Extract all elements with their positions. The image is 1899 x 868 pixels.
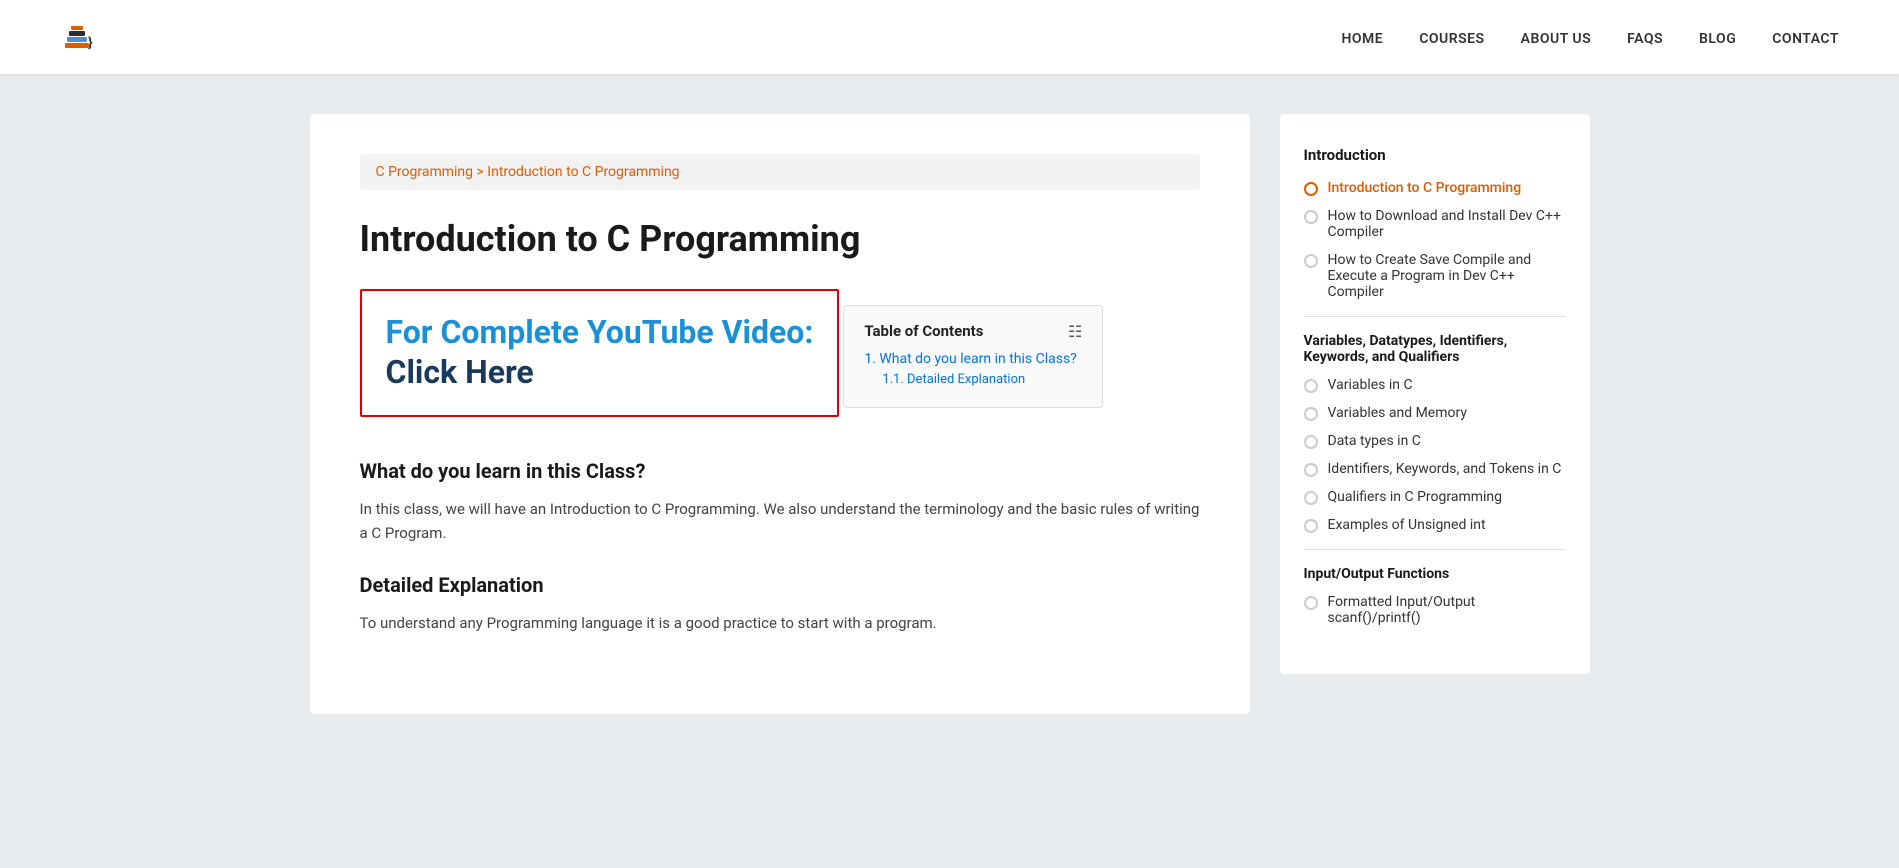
sidebar-intro-list: Introduction to C Programming How to Dow… (1304, 180, 1566, 300)
page-wrapper: C Programming > Introduction to C Progra… (280, 114, 1620, 714)
sidebar-radio-var-3 (1304, 435, 1318, 449)
logo-icon: } (60, 17, 100, 57)
sidebar-item-create-save[interactable]: How to Create Save Compile and Execute a… (1304, 252, 1566, 300)
section1-body: In this class, we will have an Introduct… (360, 497, 1200, 545)
toc-link-1[interactable]: 1. What do you learn in this Class? (864, 351, 1076, 367)
sidebar-item-data-types[interactable]: Data types in C (1304, 433, 1566, 449)
section2-body: To understand any Programming language i… (360, 611, 1200, 635)
main-content: C Programming > Introduction to C Progra… (310, 114, 1250, 714)
nav-item-faqs[interactable]: FAQS (1627, 28, 1663, 47)
nav-item-aboutus[interactable]: ABOUT US (1521, 28, 1592, 47)
sidebar-intro-title: Introduction (1304, 146, 1566, 164)
sidebar-item-download-install[interactable]: How to Download and Install Dev C++ Comp… (1304, 208, 1566, 240)
toc-subitem-1-1[interactable]: 1.1. Detailed Explanation (882, 371, 1082, 387)
sidebar-item-label: Variables and Memory (1328, 405, 1467, 421)
nav-item-blog[interactable]: BLOG (1699, 28, 1736, 47)
sidebar-item-label: Qualifiers in C Programming (1328, 489, 1503, 505)
sidebar-io-list: Formatted Input/Output scanf()/printf() (1304, 594, 1566, 626)
toc-sublist-1: 1.1. Detailed Explanation (882, 371, 1082, 387)
svg-text:}: } (88, 35, 93, 51)
sidebar-item-label: Introduction to C Programming (1328, 180, 1522, 196)
youtube-link[interactable]: For Complete YouTube Video: Click Here (386, 313, 814, 393)
sidebar-divider-1 (1304, 316, 1566, 317)
breadcrumb-link-intro[interactable]: Introduction to C Programming (487, 164, 679, 180)
toc-item-1[interactable]: 1. What do you learn in this Class? 1.1.… (864, 351, 1082, 387)
sidebar-divider-2 (1304, 549, 1566, 550)
sidebar-item-label: How to Create Save Compile and Execute a… (1328, 252, 1566, 300)
sidebar-variables-list: Variables in C Variables and Memory Data… (1304, 377, 1566, 533)
sidebar-item-formatted-io[interactable]: Formatted Input/Output scanf()/printf() (1304, 594, 1566, 626)
sidebar-item-unsigned-int[interactable]: Examples of Unsigned int (1304, 517, 1566, 533)
sidebar-item-qualifiers[interactable]: Qualifiers in C Programming (1304, 489, 1566, 505)
header: } HOME COURSES ABOUT US FAQS BLOG CONTAC… (0, 0, 1899, 74)
sidebar-item-label: Examples of Unsigned int (1328, 517, 1486, 533)
sidebar-variables-title: Variables, Datatypes, Identifiers, Keywo… (1304, 333, 1566, 365)
toc-sublink-1-1[interactable]: 1.1. Detailed Explanation (882, 372, 1025, 387)
toc-toggle-icon[interactable]: ☷ (1068, 322, 1082, 341)
main-nav: HOME COURSES ABOUT US FAQS BLOG CONTACT (1341, 28, 1839, 47)
logo-area: } (60, 17, 100, 57)
youtube-box[interactable]: For Complete YouTube Video: Click Here (360, 289, 840, 417)
youtube-line2: Click Here (386, 352, 814, 394)
sidebar-radio-var-6 (1304, 519, 1318, 533)
sidebar-radio-inactive-1 (1304, 210, 1318, 224)
sidebar-io-title: Input/Output Functions (1304, 566, 1566, 582)
sidebar-radio-var-1 (1304, 379, 1318, 393)
sidebar: Introduction Introduction to C Programmi… (1280, 114, 1590, 674)
sidebar-item-variables-c[interactable]: Variables in C (1304, 377, 1566, 393)
sidebar-item-label: Data types in C (1328, 433, 1421, 449)
sidebar-radio-inactive-2 (1304, 254, 1318, 268)
sidebar-radio-io-1 (1304, 596, 1318, 610)
sidebar-item-variables-memory[interactable]: Variables and Memory (1304, 405, 1566, 421)
sidebar-item-label: Formatted Input/Output scanf()/printf() (1328, 594, 1566, 626)
page-title: Introduction to C Programming (360, 218, 1200, 261)
sidebar-item-intro-c-prog[interactable]: Introduction to C Programming (1304, 180, 1566, 196)
sidebar-radio-var-2 (1304, 407, 1318, 421)
sidebar-item-label: Variables in C (1328, 377, 1413, 393)
sidebar-radio-var-4 (1304, 463, 1318, 477)
section1-heading: What do you learn in this Class? (360, 459, 1200, 483)
sidebar-item-label: Identifiers, Keywords, and Tokens in C (1328, 461, 1562, 477)
table-of-contents: Table of Contents ☷ 1. What do you learn… (843, 305, 1103, 408)
toc-title: Table of Contents (864, 322, 983, 340)
breadcrumb: C Programming > Introduction to C Progra… (360, 154, 1200, 190)
breadcrumb-separator: > (477, 164, 488, 180)
nav-item-contact[interactable]: CONTACT (1772, 28, 1839, 47)
nav-item-courses[interactable]: COURSES (1419, 28, 1484, 47)
sidebar-radio-active (1304, 182, 1318, 196)
youtube-line1: For Complete YouTube Video: (386, 313, 814, 351)
sidebar-radio-var-5 (1304, 491, 1318, 505)
nav-item-home[interactable]: HOME (1341, 28, 1383, 47)
toc-list: 1. What do you learn in this Class? 1.1.… (864, 351, 1082, 387)
sidebar-item-identifiers[interactable]: Identifiers, Keywords, and Tokens in C (1304, 461, 1566, 477)
breadcrumb-link-cprogramming[interactable]: C Programming (376, 164, 474, 180)
sidebar-item-label: How to Download and Install Dev C++ Comp… (1328, 208, 1566, 240)
section2-heading: Detailed Explanation (360, 573, 1200, 597)
